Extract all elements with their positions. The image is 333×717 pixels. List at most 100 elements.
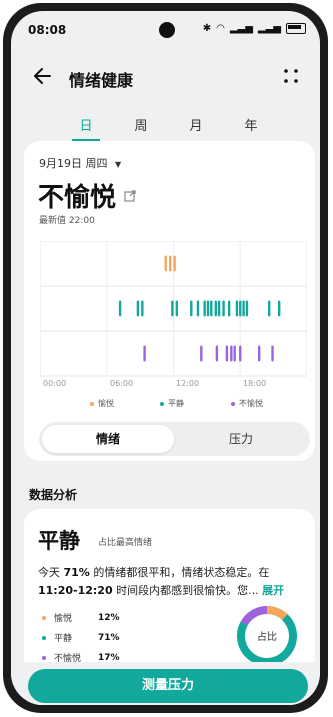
mood-mark-1-12 — [222, 300, 225, 317]
mood-mark-1-3 — [171, 300, 174, 317]
mood-mark-0-1 — [168, 255, 172, 272]
x-tick-2: 12:00 — [176, 379, 200, 388]
mood-mark-1-7 — [203, 300, 206, 317]
mood-donut-chart: 占比 — [237, 606, 297, 666]
mood-mark-1-19 — [277, 300, 281, 317]
stat-label: 平静 — [54, 634, 73, 644]
donut-slice-0 — [266, 606, 288, 621]
mood-mark-1-6 — [196, 300, 200, 317]
external-link-icon[interactable] — [124, 190, 136, 202]
date-selector[interactable]: 9月19日 周四 ▼ — [39, 155, 121, 171]
mood-mark-1-4 — [175, 300, 179, 317]
desc-text-1: 今天 — [38, 566, 60, 579]
camera-cutout — [159, 22, 175, 38]
legend-label: 平静 — [168, 399, 184, 408]
mood-mark-1-18 — [267, 300, 271, 317]
dominant-mood-caption: 占比最高情绪 — [98, 538, 153, 548]
mood-mark-2-7 — [257, 345, 261, 362]
legend-label: 愉悦 — [98, 399, 114, 408]
mood-mark-1-17 — [245, 300, 249, 317]
stat-row-pleasant: 愉悦 12% — [42, 611, 128, 624]
x-tick-1: 06:00 — [110, 379, 134, 388]
stat-dot — [42, 615, 46, 620]
mood-mark-2-4 — [230, 345, 233, 362]
battery-icon — [286, 23, 306, 34]
x-tick-3: 18:00 — [243, 379, 267, 388]
arrow-left-icon[interactable] — [31, 65, 53, 87]
mood-mark-1-0 — [118, 300, 122, 317]
legend-item-pleasant: 愉悦 — [90, 398, 114, 409]
mood-mark-1-15 — [239, 300, 242, 317]
legend-item-calm: 平静 — [160, 398, 184, 409]
mood-mark-2-0 — [143, 345, 146, 362]
expand-link[interactable]: 展开 — [262, 584, 284, 597]
mood-mark-1-10 — [214, 300, 217, 317]
stat-dot — [42, 635, 46, 640]
bluetooth-icon: ✱ — [202, 23, 212, 34]
x-tick-0: 00:00 — [43, 379, 67, 388]
mood-mark-1-2 — [141, 300, 144, 317]
legend-dot — [90, 401, 94, 406]
mood-mark-0-0 — [164, 255, 167, 272]
mood-mark-1-14 — [235, 300, 239, 317]
measure-stress-button[interactable]: 测量压力 — [28, 669, 308, 703]
signal-icon: ▂▃▅ — [229, 23, 253, 34]
period-tabs: 日 周 月 年 — [11, 109, 320, 145]
stat-dot — [42, 655, 46, 660]
legend-item-unpleasant: 不愉悦 — [231, 398, 263, 409]
toggle-mood[interactable]: 情绪 — [42, 425, 174, 453]
mood-mark-0-2 — [173, 255, 176, 272]
caret-down-icon: ▼ — [115, 160, 122, 169]
signal-2-icon: ▂▃▅ — [257, 23, 281, 34]
stat-row-calm: 平静 71% — [42, 631, 128, 644]
mood-mark-1-8 — [206, 300, 210, 317]
desc-text-2: 的情绪都很平和，情绪状态稳定。在 — [93, 566, 270, 579]
date-text: 9月19日 周四 — [39, 157, 108, 170]
mood-mark-2-8 — [271, 345, 274, 362]
more-dots-icon[interactable] — [280, 65, 302, 87]
latest-value: 最新值 22:00 — [39, 216, 95, 226]
mood-mark-2-5 — [233, 345, 236, 362]
stat-value: 17% — [98, 652, 120, 663]
status-bar: 08:08 ✱ ◠ ▂▃▅ ▂▃▅ — [11, 11, 320, 49]
mood-stress-toggle: 情绪 压力 — [39, 422, 310, 456]
donut-slice-2 — [240, 606, 268, 626]
legend-dot — [160, 401, 164, 406]
wifi-icon: ◠ — [216, 23, 225, 34]
tab-month[interactable]: 月 — [181, 115, 211, 134]
tab-year[interactable]: 年 — [236, 115, 266, 134]
mood-mark-1-1 — [136, 300, 140, 317]
app-header: 情绪健康 — [11, 59, 320, 99]
dominant-mood: 平静 — [38, 529, 80, 553]
mood-mark-2-2 — [215, 345, 219, 362]
donut-center-label: 占比 — [257, 630, 277, 643]
mood-value: 不愉悦 — [38, 183, 117, 213]
analysis-description: 今天 71% 的情绪都很平和，情绪状态稳定。在 11:20-12:20 时间段内… — [38, 564, 310, 600]
stat-value: 12% — [98, 612, 120, 623]
desc-percentage: 71% — [63, 566, 90, 579]
legend-label: 不愉悦 — [239, 399, 263, 408]
section-title: 数据分析 — [29, 488, 78, 502]
page-title: 情绪健康 — [69, 71, 134, 90]
tab-day[interactable]: 日 — [71, 115, 101, 134]
stat-value: 71% — [98, 632, 120, 643]
phone-frame: 08:08 ✱ ◠ ▂▃▅ ▂▃▅ 情绪健康 日 周 月 年 9月19日 周四 … — [3, 3, 328, 713]
mood-mark-1-9 — [210, 300, 213, 317]
mood-mark-1-11 — [217, 300, 221, 317]
tab-week[interactable]: 周 — [126, 115, 156, 134]
mood-mark-2-1 — [200, 345, 203, 362]
desc-time-range: 11:20-12:20 — [38, 584, 113, 597]
mood-mark-1-13 — [227, 300, 231, 317]
mood-mark-2-6 — [239, 345, 242, 362]
desc-text-3: 时间段内都感到很愉快。您... — [116, 584, 259, 597]
mood-mark-2-3 — [225, 345, 229, 362]
mood-mark-1-5 — [190, 300, 193, 317]
toggle-stress[interactable]: 压力 — [175, 425, 307, 453]
legend-dot — [231, 401, 235, 406]
screen: 08:08 ✱ ◠ ▂▃▅ ▂▃▅ 情绪健康 日 周 月 年 9月19日 周四 … — [11, 11, 320, 705]
stat-label: 愉悦 — [54, 614, 73, 624]
summary-card: 9月19日 周四 ▼ 不愉悦 最新值 22:00 00:00 06:00 12:… — [24, 141, 315, 461]
mood-mark-1-16 — [242, 300, 245, 317]
status-time: 08:08 — [28, 23, 67, 37]
status-icons: ✱ ◠ ▂▃▅ ▂▃▅ — [203, 23, 306, 34]
